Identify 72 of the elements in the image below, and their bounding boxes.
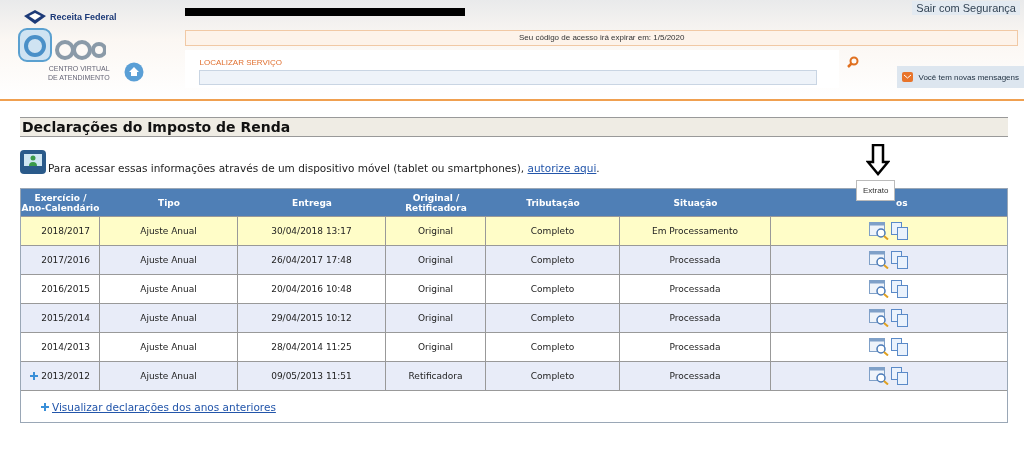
table-cell: Ajuste Anual [100, 274, 238, 303]
copy-icon[interactable] [891, 251, 909, 269]
copy-icon[interactable] [891, 338, 909, 356]
magnifier-document-icon[interactable] [869, 367, 889, 385]
column-header: Original / Retificadora [386, 189, 486, 216]
brand-name: Receita Federal [50, 12, 117, 22]
table-cell: Completo [486, 216, 620, 245]
column-header: Entrega [238, 189, 386, 216]
column-header: Tributação [486, 189, 620, 216]
table-cell: 2016/2015 [21, 274, 100, 303]
table-cell: Original [386, 216, 486, 245]
table-cell: Completo [486, 361, 620, 390]
magnifier-document-icon[interactable] [869, 280, 889, 298]
table-cell: Processada [620, 274, 771, 303]
table-cell: Processada [620, 332, 771, 361]
search-label: LOCALIZAR SERVIÇO [199, 58, 284, 67]
section-title: Declarações do Imposto de Renda [20, 117, 1008, 137]
down-arrow-icon [866, 144, 890, 176]
table-cell: Processada [620, 303, 771, 332]
table-cell: Ajuste Anual [100, 245, 238, 274]
table-cell: Completo [486, 245, 620, 274]
copy-icon[interactable] [891, 367, 909, 385]
table-cell: Em Processamento [620, 216, 771, 245]
home-icon[interactable] [123, 62, 144, 82]
tooltip: Extrato [856, 180, 896, 201]
previous-years-link[interactable]: Visualizar declarações dos anos anteriores [52, 400, 276, 413]
magnifier-document-icon[interactable] [869, 338, 889, 356]
table-cell: Completo [486, 303, 620, 332]
table-cell: 2014/2013 [21, 332, 100, 361]
magnifier-document-icon[interactable] [869, 251, 889, 269]
magnifier-document-icon[interactable] [869, 222, 889, 240]
tablet-icon [20, 150, 46, 174]
logout-link[interactable]: Sair com Segurança [912, 1, 1020, 15]
mobile-access-notice: Para acessar essas informações através de um dispositivo móvel (tablet ou smartphones), autorize aqui. [48, 162, 600, 174]
table-cell: 29/04/2015 10:12 [238, 303, 386, 332]
expiry-notice: Seu código de acesso irá expirar em: 1/5/2020 [185, 30, 1018, 46]
table-cell: Original [386, 274, 486, 303]
table-cell: Original [386, 245, 486, 274]
ecac-logo-icon [18, 28, 106, 64]
table-cell: 2013/2012 [21, 361, 100, 390]
copy-icon[interactable] [891, 280, 909, 298]
magnifier-document-icon[interactable] [869, 309, 889, 327]
table-cell: Ajuste Anual [100, 303, 238, 332]
column-header: Tipo [100, 189, 238, 216]
table-cell: 09/05/2013 11:51 [238, 361, 386, 390]
column-header: Situação [620, 189, 771, 216]
table-cell: Processada [620, 361, 771, 390]
eagle-logo-icon [24, 10, 46, 24]
table-cell: 30/04/2018 13:17 [238, 216, 386, 245]
table-cell: 20/04/2016 10:48 [238, 274, 386, 303]
copy-icon[interactable] [891, 222, 909, 240]
table-cell: Completo [486, 332, 620, 361]
table-cell: 26/04/2017 17:48 [238, 245, 386, 274]
search-field[interactable] [199, 70, 818, 85]
envelope-icon [902, 72, 914, 82]
table-cell: 2015/2014 [21, 303, 100, 332]
table-cell: Original [386, 303, 486, 332]
table-cell: Ajuste Anual [100, 332, 238, 361]
table-cell: 2018/2017 [21, 216, 100, 245]
table-cell: Retificadora [386, 361, 486, 390]
table-cell: Completo [486, 274, 620, 303]
copy-icon[interactable] [891, 309, 909, 327]
search-icon[interactable] [847, 56, 860, 68]
table-cell: Original [386, 332, 486, 361]
column-header: Exercício / Ano-Calendário [21, 189, 100, 216]
table-cell: 28/04/2014 11:25 [238, 332, 386, 361]
table-cell: Ajuste Anual [100, 216, 238, 245]
table-cell: 2017/2016 [21, 245, 100, 274]
messages-button[interactable]: Você tem novas mensagens [897, 66, 1024, 88]
table-cell: Ajuste Anual [100, 361, 238, 390]
table-cell: Processada [620, 245, 771, 274]
plus-icon [41, 402, 49, 411]
